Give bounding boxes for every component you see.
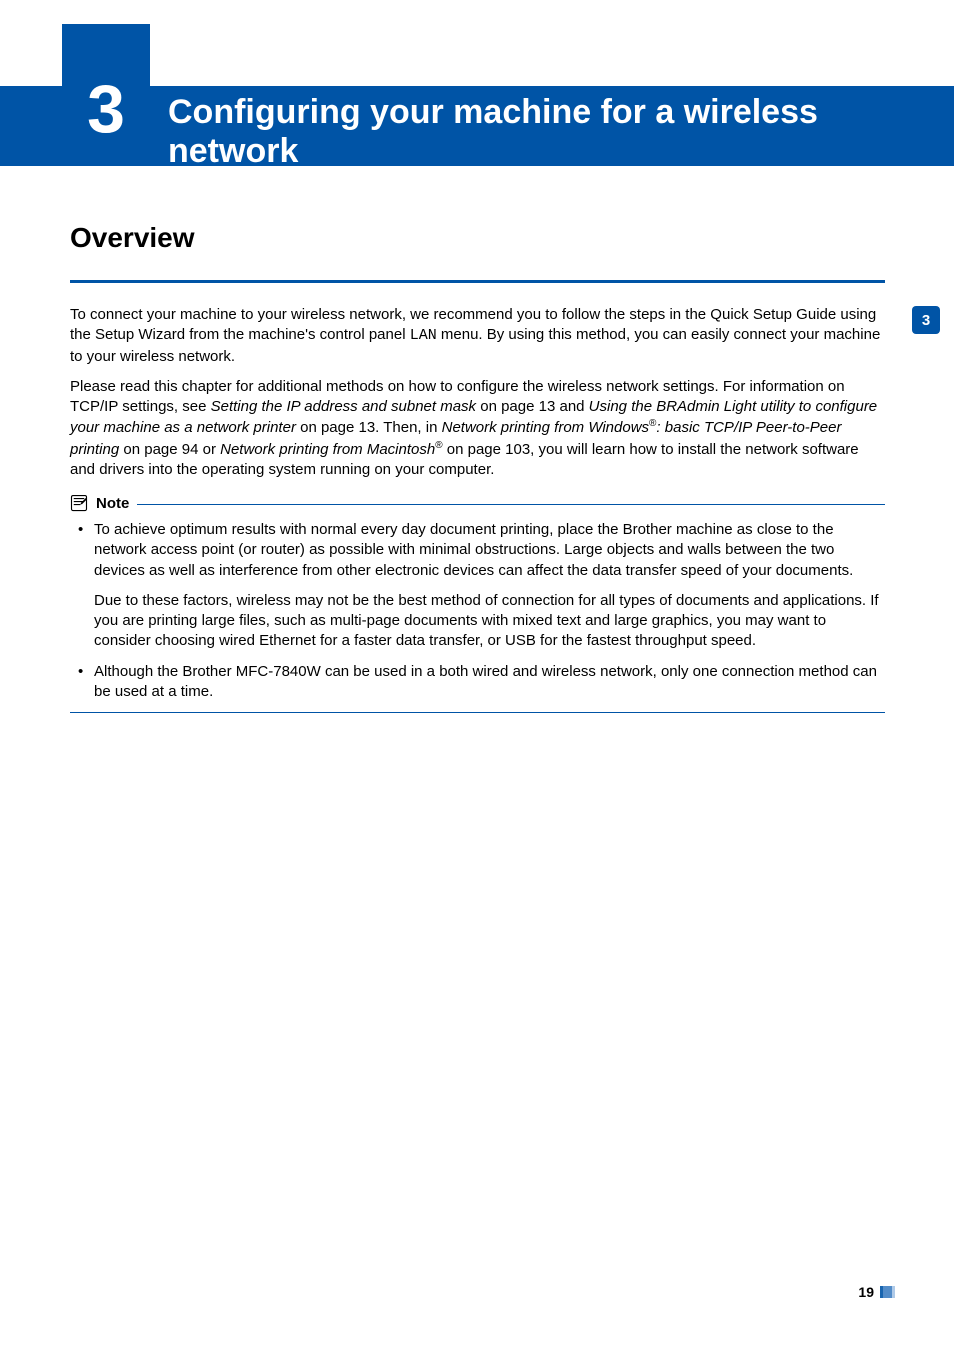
chapter-number: 3	[87, 70, 125, 148]
chapter-number-box: 3	[62, 24, 150, 166]
note-label: Note	[96, 495, 129, 512]
page-marker-icon	[880, 1286, 898, 1298]
note-icon	[70, 494, 88, 512]
text-run: Although the Brother MFC-7840W can be us…	[94, 663, 877, 700]
note-rule-wrap	[137, 502, 885, 505]
overview-paragraph-1: To connect your machine to your wireless…	[70, 305, 885, 367]
overview-paragraph-2: Please read this chapter for additional …	[70, 377, 885, 480]
note-top-rule	[137, 504, 885, 505]
overview-heading: Overview	[70, 222, 885, 254]
content-area: Overview To connect your machine to your…	[70, 210, 885, 713]
registered-mark: ®	[435, 440, 442, 451]
page-number-wrap: 19	[858, 1284, 898, 1300]
note-bullet-2: • Although the Brother MFC-7840W can be …	[94, 662, 885, 703]
note-list: • To achieve optimum results with normal…	[70, 520, 885, 702]
text-run: Due to these factors, wireless may not b…	[94, 591, 885, 652]
page-number: 19	[858, 1284, 874, 1300]
chapter-title-wrap: Configuring your machine for a wireless …	[168, 93, 914, 171]
bullet-dot: •	[78, 662, 83, 682]
side-tab: 3	[912, 306, 940, 334]
page-root: 3 Configuring your machine for a wireles…	[0, 0, 954, 1350]
note-bottom-rule	[70, 712, 885, 713]
italic-ref: Network printing from Macintosh	[220, 441, 435, 458]
italic-ref: Setting the IP address and subnet mask	[211, 398, 476, 415]
note-block: Note • To achieve optimum results with n…	[70, 494, 885, 713]
italic-ref: Network printing from Windows	[442, 419, 649, 436]
text-run: on page 13 and	[476, 398, 589, 415]
text-run: To achieve optimum results with normal e…	[94, 521, 853, 579]
text-run: on page 94 or	[119, 441, 220, 458]
lan-mono-text: LAN	[410, 327, 437, 344]
text-run: on page 13. Then, in	[296, 419, 442, 436]
chapter-title: Configuring your machine for a wireless …	[168, 93, 914, 171]
note-bullet-1: • To achieve optimum results with normal…	[94, 520, 885, 652]
note-header-row: Note	[70, 494, 885, 512]
bullet-dot: •	[78, 520, 83, 540]
